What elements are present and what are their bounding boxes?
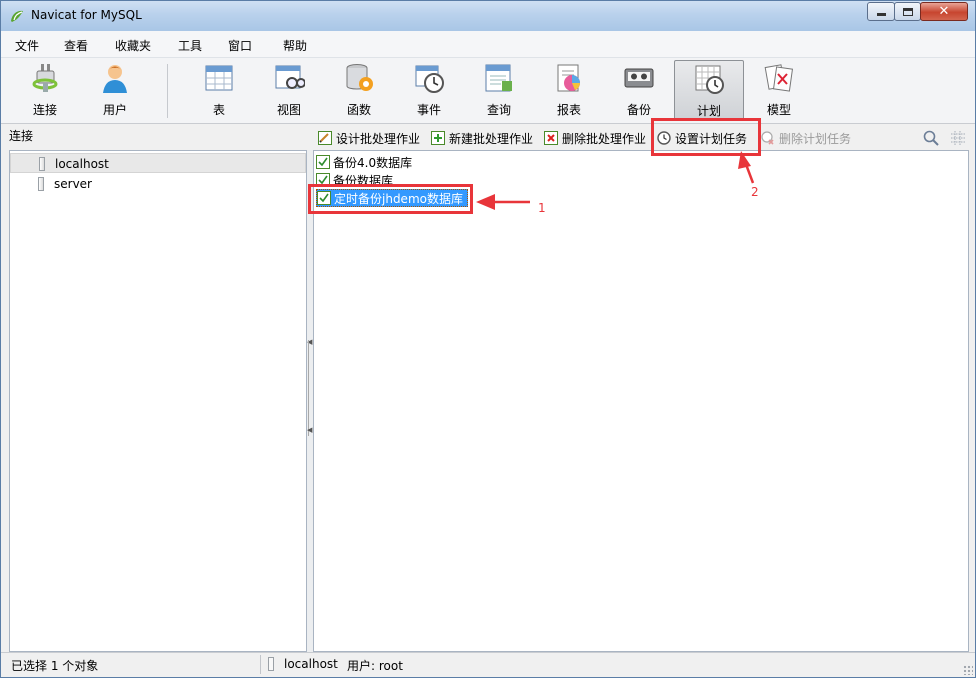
design-batch-job-label: 设计批处理作业	[336, 131, 421, 146]
connect-label: 连接	[32, 103, 57, 117]
title-bar[interactable]: Navicat for MySQL ✕	[1, 1, 975, 31]
schedule-label: 计划	[696, 104, 721, 118]
event-label: 事件	[416, 103, 441, 117]
schedule-calendar-clock-icon	[695, 65, 724, 94]
menu-favorites[interactable]: 收藏夹	[115, 37, 151, 54]
list-item[interactable]: 备份4.0数据库	[316, 153, 416, 171]
report-button[interactable]: 报表	[538, 60, 600, 120]
view-button[interactable]: 视图	[258, 60, 320, 120]
design-batch-icon	[318, 131, 332, 145]
menu-file[interactable]: 文件	[15, 37, 39, 54]
new-batch-icon	[431, 131, 445, 145]
query-button[interactable]: 查询	[468, 60, 530, 120]
maximize-icon	[902, 7, 913, 16]
new-batch-job-label: 新建批处理作业	[449, 131, 534, 146]
function-label: 函数	[346, 103, 371, 117]
status-divider	[260, 655, 261, 674]
user-icon	[103, 65, 127, 93]
annotation-label-2: 2	[751, 185, 759, 199]
view-label: 视图	[276, 103, 301, 117]
event-clock-icon	[415, 65, 444, 93]
navicat-logo-icon	[11, 10, 23, 22]
backup-tape-icon	[624, 68, 654, 88]
batch-job-list[interactable]: 备份4.0数据库 备份数据库 定时备份jhdemo数据库	[313, 150, 969, 652]
object-toolbar: 设计批处理作业 新建批处理作业 删除批处理作业 设置计划任务 删除计划任务	[313, 127, 973, 149]
server-icon	[38, 177, 44, 191]
event-button[interactable]: 事件	[398, 60, 460, 120]
backup-label: 备份	[626, 103, 651, 117]
menu-tools[interactable]: 工具	[178, 37, 202, 54]
delete-schedule-task-button[interactable]: 删除计划任务	[761, 129, 851, 147]
annotation-box-2	[651, 118, 761, 156]
close-button[interactable]: ✕	[920, 2, 968, 21]
function-icon	[346, 64, 373, 91]
app-window: Navicat for MySQL ✕ 文件 查看 收藏夹 工具 窗口 帮助 连…	[0, 0, 976, 678]
connect-button[interactable]: 连接	[14, 60, 76, 120]
connection-tree[interactable]: localhost server	[9, 150, 307, 652]
connections-header: 连接	[9, 129, 34, 143]
backup-button[interactable]: 备份	[608, 60, 670, 120]
server-icon	[39, 157, 45, 171]
report-label: 报表	[556, 103, 581, 117]
menu-window[interactable]: 窗口	[228, 37, 252, 54]
model-button[interactable]: 模型	[748, 60, 810, 120]
report-icon	[557, 64, 580, 92]
view-icon	[275, 65, 306, 89]
minimize-icon	[876, 13, 886, 16]
main-toolbar: 连接 用户 表 视图 函数 事件 查询 报表 备份 计划 模型	[1, 58, 975, 124]
menu-bar: 文件 查看 收藏夹 工具 窗口 帮助	[1, 31, 975, 58]
schedule-button[interactable]: 计划	[674, 60, 744, 120]
collapse-down-icon: ◀	[307, 426, 313, 434]
menu-help[interactable]: 帮助	[283, 37, 307, 54]
window-title: Navicat for MySQL	[31, 8, 142, 22]
grid-view-icon[interactable]	[950, 130, 966, 146]
annotation-label-1: 1	[538, 201, 546, 215]
list-item-label: 备份4.0数据库	[333, 155, 413, 170]
search-icon[interactable]	[923, 130, 939, 146]
table-icon	[205, 65, 233, 91]
menu-view[interactable]: 查看	[64, 37, 88, 54]
minimize-button[interactable]	[867, 2, 895, 21]
server-icon	[268, 657, 274, 671]
close-icon: ✕	[938, 4, 950, 19]
model-icon	[764, 64, 794, 92]
tree-item-label: server	[54, 177, 92, 191]
user-label: 用户	[102, 103, 127, 117]
batch-job-icon	[316, 155, 330, 169]
model-label: 模型	[766, 103, 791, 117]
function-button[interactable]: 函数	[328, 60, 390, 120]
status-user: 用户: root	[347, 659, 403, 673]
table-label: 表	[212, 103, 225, 117]
delete-clock-icon	[761, 131, 774, 145]
status-bar: 已选择 1 个对象 localhost 用户: root	[1, 652, 975, 677]
maximize-button[interactable]	[894, 2, 921, 21]
table-button[interactable]: 表	[188, 60, 250, 120]
query-icon	[485, 64, 512, 92]
delete-schedule-task-label: 删除计划任务	[779, 131, 852, 146]
delete-batch-job-button[interactable]: 删除批处理作业	[544, 129, 646, 147]
design-batch-job-button[interactable]: 设计批处理作业	[318, 129, 420, 147]
tree-item-localhost[interactable]: localhost	[10, 153, 306, 173]
resize-grip-icon[interactable]	[963, 665, 973, 675]
query-label: 查询	[486, 103, 511, 117]
delete-batch-icon	[544, 131, 558, 145]
status-host: localhost	[284, 657, 338, 671]
user-button[interactable]: 用户	[84, 60, 146, 120]
new-batch-job-button[interactable]: 新建批处理作业	[431, 129, 533, 147]
plug-icon	[32, 64, 58, 92]
delete-batch-job-label: 删除批处理作业	[562, 131, 647, 146]
toolbar-separator	[167, 64, 168, 118]
annotation-box-1	[308, 184, 473, 214]
selection-status: 已选择 1 个对象	[11, 659, 99, 673]
splitter-grip	[308, 340, 312, 436]
tree-item-server[interactable]: server	[10, 174, 306, 194]
tree-item-label: localhost	[55, 157, 109, 171]
